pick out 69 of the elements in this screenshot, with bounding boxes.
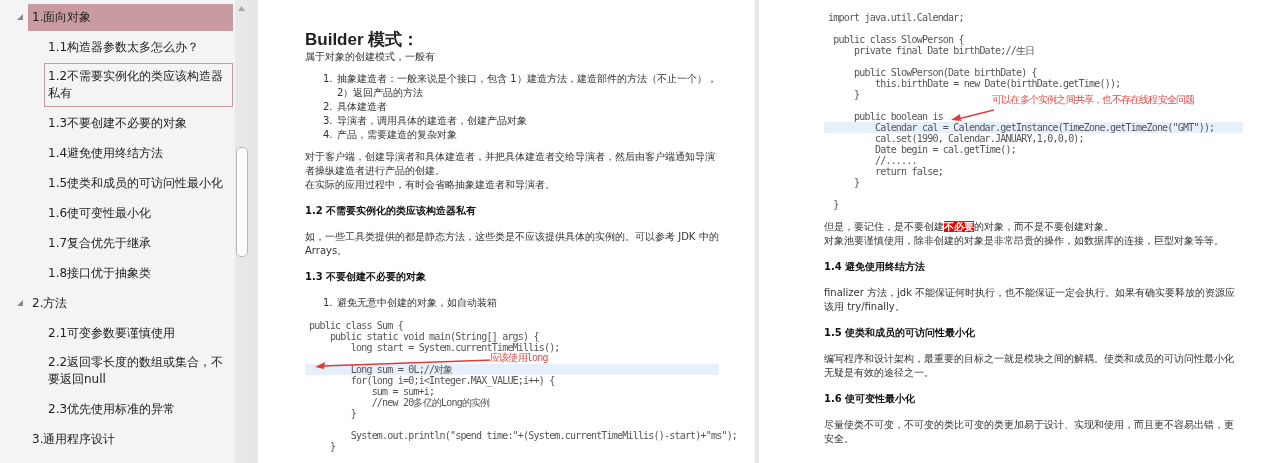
code-line: public boolean is xyxy=(853,111,943,122)
code-line: } xyxy=(832,199,839,210)
code-line: } xyxy=(853,177,860,188)
list-item-text: 导演者，调用具体的建造者，创建产品对象 xyxy=(337,114,527,128)
list-number: 3. xyxy=(323,114,334,128)
outline-item[interactable]: 3.通用程序设计 xyxy=(28,425,233,453)
page-title: Builder 模式： xyxy=(305,30,421,50)
annotation-arrow xyxy=(950,108,994,122)
code-line: import java.util.Calendar; xyxy=(828,12,964,23)
code-line: public static void main(String[] args) { xyxy=(328,331,539,342)
section-heading: 1.2 不需要实例化的类应该构造器私有 xyxy=(305,204,478,218)
list-number: 1. xyxy=(323,296,334,310)
outline-item[interactable]: 1.4避免使用终结方法 xyxy=(44,139,233,167)
section-heading: 1.3 不要创建不必要的对象 xyxy=(305,270,428,284)
code-line: sum = sum+i; xyxy=(370,386,435,397)
code-line: System.out.println("spend time:"+(System.currentTimeMillis()-start)+"ms"); xyxy=(349,430,738,441)
outline-item[interactable]: 1.2不需要实例化的类应该构造器私有 xyxy=(44,63,233,107)
expanded-triangle-icon[interactable] xyxy=(16,13,24,21)
list-item-text: 抽象建造者：一般来说是个接口，包含 1）建造方法，建造部件的方法（不止一个），2）返回产品的方法 xyxy=(337,72,718,100)
paragraph: 对于客户端，创建导演者和具体建造者，并把具体建造者交给导演者，然后由客户端通知导演者操纵建造者进行产品的创建。 在实际的应用过程中，有时会省略抽象建造者和导演者。 xyxy=(305,150,716,192)
paragraph: 如，一些工具类提供的都是静态方法，这些类是不应该提供具体的实例的。可以参考 JDK 中的 Arrays。 xyxy=(305,230,719,258)
section-heading: 1.6 使可变性最小化 xyxy=(824,392,917,406)
scroll-up-icon[interactable] xyxy=(238,6,245,11)
code-line: } xyxy=(328,441,336,452)
outline-item[interactable]: 1.面向对象 xyxy=(28,3,233,31)
code-line: for(long i=0;i<Integer.MAX_VALUE;i++) { xyxy=(349,375,555,386)
expanded-triangle-icon[interactable] xyxy=(16,299,24,307)
paragraph: finalizer 方法，jdk 不能保证何时执行，也不能保证一定会执行。如果有确实要释放的资源应该用 try/finally。 xyxy=(824,286,1237,314)
outline-item[interactable]: 2.1可变参数要谨慎使用 xyxy=(44,319,233,347)
outline-item[interactable]: 1.7复合优先于继承 xyxy=(44,229,233,257)
code-line: private final Date birthDate;//生日 xyxy=(853,45,1035,56)
code-line: public class SlowPerson { xyxy=(832,34,964,45)
code-line: //new 20多亿的Long的实例 xyxy=(370,397,490,408)
paragraph: 属于对象的创建模式，一般有 xyxy=(305,50,436,64)
code-line: this.birthDate = new Date(birthDate.getTime()); xyxy=(875,78,1121,89)
code-line: } xyxy=(853,89,860,100)
outline-item[interactable]: 1.3不要创建不必要的对象 xyxy=(44,109,233,137)
section-heading: 1.5 使类和成员的可访问性最小化 xyxy=(824,326,977,340)
outline-item[interactable]: 2.方法 xyxy=(28,289,233,317)
list-item-text: 具体建造者 xyxy=(337,100,387,114)
paragraph: 尽量使类不可变，不可变的类比可变的类更加易于设计、实现和使用，而且更不容易出错，更安全。 xyxy=(824,418,1235,446)
code-annotation: 应该使用long xyxy=(490,352,548,364)
code-line: cal.set(1990, Calendar.JANUARY,1,0,0,0); xyxy=(874,133,1084,144)
outline-item[interactable]: 1.8接口优于抽象类 xyxy=(44,259,233,287)
code-line: return false; xyxy=(874,166,943,177)
list-number: 2. xyxy=(323,100,334,114)
outline-item[interactable]: 1.5使类和成员的可访问性最小化 xyxy=(44,169,233,197)
code-line: } xyxy=(349,408,356,419)
paragraph: 编写程序和设计架构，最重要的目标之一就是模块之间的解耦。使类和成员的可访问性最小化无疑是有效的途径之一。 xyxy=(824,352,1235,380)
code-line: Long sum = 0L;//对象 xyxy=(349,364,453,375)
outline-item[interactable]: 2.2返回零长度的数组或集合，不要返回null xyxy=(44,349,233,393)
scrollbar-thumb[interactable] xyxy=(235,147,248,257)
outline-item[interactable]: 2.3优先使用标准的异常 xyxy=(44,395,233,423)
code-line: long start = System.currentTimeMillis(); xyxy=(350,342,560,353)
code-line: Calendar cal = Calendar.getInstance(TimeZone.getTimeZone("GMT")); xyxy=(875,122,1215,133)
list-item-text: 产品，需要建造的复杂对象 xyxy=(337,128,457,142)
list-number: 4. xyxy=(323,128,334,142)
paragraph: 但是，要记住，是不要创建不必要的对象，而不是不要创建对象。 对象池要谨慎使用，除非创建的对象是非常昂贵的操作，如数据库的连接，巨型对象等等。 xyxy=(824,220,1225,248)
outline-item[interactable]: 1.6使可变性最小化 xyxy=(44,199,233,227)
code-line: public SlowPerson(Date birthDate) { xyxy=(853,67,1037,78)
code-line: //...... xyxy=(874,155,917,166)
code-line: Date begin = cal.getTime(); xyxy=(874,144,1016,155)
list-number: 1. xyxy=(323,72,334,86)
scrollbar[interactable] xyxy=(235,0,248,463)
code-annotation: 可以在多个实例之间共享，也不存在线程安全问题 xyxy=(992,94,1195,106)
list-item-text: 避免无意中创建的对象，如自动装箱 xyxy=(337,296,497,310)
code-line: public class Sum { xyxy=(309,320,403,331)
section-heading: 1.4 避免使用终结方法 xyxy=(824,260,927,274)
outline-item[interactable]: 1.1构造器参数太多怎么办？ xyxy=(44,33,233,61)
